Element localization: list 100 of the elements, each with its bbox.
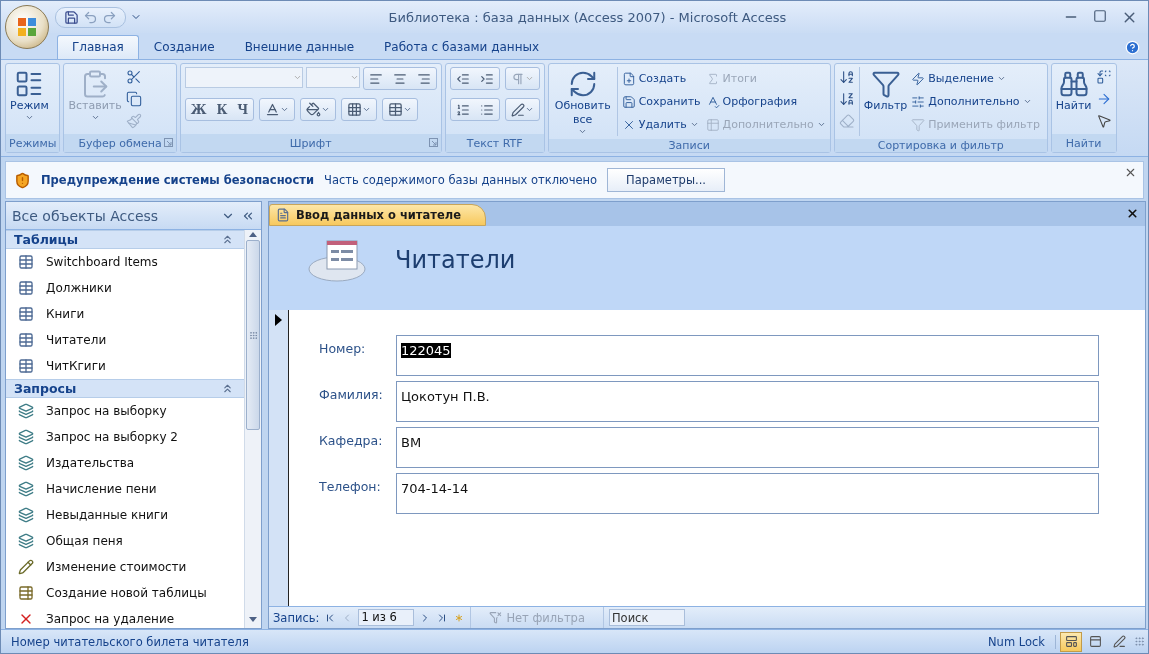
redo-icon[interactable] [102, 9, 117, 25]
font-color-button[interactable] [259, 98, 296, 121]
gridlines-button[interactable] [341, 98, 378, 121]
fill-color-button[interactable] [300, 98, 337, 121]
pointer-icon [1095, 113, 1112, 129]
new-record-icon [621, 71, 636, 86]
field-label: Кафедра: [319, 432, 384, 448]
ribbon-button[interactable]: Обновить все [552, 67, 613, 136]
numbered-list-icon [455, 102, 470, 117]
maximize-icon[interactable] [1093, 8, 1107, 23]
form-title: Читатели [395, 246, 516, 274]
paintbrush-icon [125, 113, 142, 129]
view-button[interactable] [1060, 631, 1082, 652]
navigation-item[interactable]: Запрос на удаление [6, 606, 244, 628]
ribbon-tab[interactable]: Создание [138, 35, 230, 59]
document-tab[interactable]: Ввод данных о читателе [269, 204, 486, 226]
navigation-item[interactable]: Запрос на выборку [6, 398, 244, 424]
pen-icon [510, 102, 525, 117]
funnel-icon [489, 611, 503, 624]
caret-icon [816, 120, 826, 129]
navigation-item[interactable]: Читатели [6, 327, 244, 353]
ribbon-button[interactable]: Найти [1055, 67, 1092, 113]
ribbon-button[interactable]: Сохранить [621, 90, 701, 113]
pilcrow-icon [510, 71, 525, 86]
resize-grip-icon[interactable] [1134, 636, 1145, 647]
office-button[interactable] [5, 5, 49, 49]
navigation-item[interactable]: Начисление пени [6, 476, 244, 502]
ribbon-tab[interactable]: Работа с базами данных [369, 35, 555, 59]
binoculars-icon [1058, 69, 1089, 99]
caret-icon [524, 105, 534, 114]
office-logo-icon[interactable] [16, 16, 38, 38]
navigation-item[interactable]: Общая пеня [6, 528, 244, 554]
scrollbar[interactable] [244, 230, 261, 628]
pilcrow-button[interactable] [504, 67, 540, 90]
search-field[interactable]: Поиск [608, 609, 685, 626]
list-button-set[interactable] [449, 98, 500, 121]
align-button-set[interactable] [362, 67, 437, 90]
group-label: Шрифт [289, 136, 332, 150]
options-button[interactable]: Параметры... [607, 168, 725, 192]
navigation-item[interactable]: Изменение стоимости [6, 554, 244, 580]
caret-icon [1022, 97, 1032, 106]
align-center-icon [392, 71, 407, 86]
scroll-down-icon[interactable] [248, 616, 258, 624]
caret-icon [524, 74, 534, 83]
navigation-item[interactable]: ЧитКгиги [6, 353, 244, 379]
navigation-item[interactable]: Запрос на выборку 2 [6, 424, 244, 450]
format-button[interactable]: Ч [232, 102, 254, 117]
launcher-icon[interactable] [428, 138, 438, 147]
navigation-item[interactable]: Switchboard Items [6, 249, 244, 275]
save-icon[interactable] [64, 9, 79, 25]
ribbon-button[interactable]: Создать [621, 67, 701, 90]
ribbon-button[interactable]: Орфография [705, 90, 826, 113]
funnel-icon [870, 69, 901, 99]
navigation-item[interactable]: Должники [6, 275, 244, 301]
navigation-item[interactable]: Невыданные книги [6, 502, 244, 528]
table-icon [18, 306, 34, 322]
navigation-item[interactable]: Книги [6, 301, 244, 327]
security-message: Часть содержимого базы данных отключено [324, 173, 598, 187]
shield-icon [14, 171, 31, 189]
group-label: Записи [668, 139, 710, 152]
ribbon-button[interactable]: Режим [10, 67, 49, 122]
navigation-item[interactable]: Создание новой таблицы [6, 580, 244, 606]
replace-icon [1095, 69, 1112, 85]
record-label: Запись: [273, 610, 320, 625]
input-field[interactable]: Цокотун П.В. [396, 381, 1099, 422]
close-icon[interactable] [1126, 207, 1139, 220]
close-icon[interactable] [1124, 166, 1137, 179]
record-position-field[interactable]: 1 из 6 [358, 609, 415, 626]
caret-icon [24, 113, 34, 122]
scroll-thumb[interactable] [246, 240, 260, 430]
clear-sort-icon [838, 113, 855, 129]
record-selector[interactable] [269, 310, 289, 606]
launcher-icon[interactable] [163, 138, 173, 147]
help-icon[interactable] [1125, 40, 1140, 55]
indent-button-set[interactable] [449, 67, 500, 90]
field-label: Фамилия: [319, 386, 384, 402]
paint-bucket-icon [306, 102, 322, 117]
input-field[interactable]: 122045 [396, 335, 1099, 376]
query-icon [18, 429, 34, 445]
security-title: Предупреждение системы безопасности [41, 173, 315, 187]
navigation-group[interactable]: Запросы [6, 379, 244, 398]
format-button[interactable]: Ж [185, 102, 212, 117]
ribbon-button[interactable]: Фильтр [863, 67, 908, 113]
caret-icon [689, 120, 699, 129]
pencil-icon [18, 559, 34, 575]
ribbon-tab[interactable]: Главная [57, 35, 139, 59]
ribbon-tab[interactable]: Внешние данные [229, 35, 370, 59]
format-button[interactable]: К [211, 102, 233, 117]
highlight-button[interactable] [504, 98, 540, 121]
row-color-button[interactable] [382, 98, 419, 121]
navigation-item[interactable]: Издательства [6, 450, 244, 476]
collapse-icon [221, 233, 234, 246]
input-field[interactable]: ВМ [396, 427, 1099, 468]
ribbon-button[interactable]: Удалить [621, 113, 701, 136]
field-label: Телефон: [319, 478, 382, 494]
input-field[interactable]: 704-14-14 [396, 473, 1099, 514]
save-icon [621, 94, 636, 109]
ribbon-button[interactable]: Дополнительно [911, 90, 1040, 113]
ribbon-button[interactable]: Выделение [911, 67, 1040, 90]
navigation-group[interactable]: Таблицы [6, 230, 244, 249]
